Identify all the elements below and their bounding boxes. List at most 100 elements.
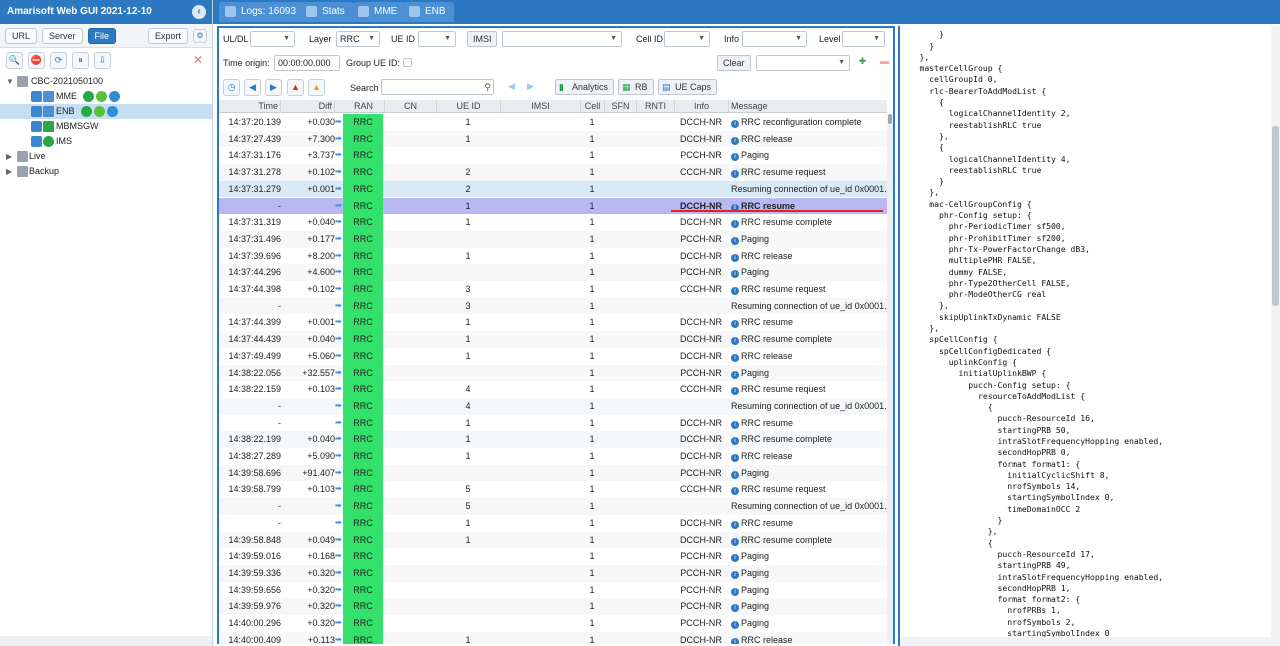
- uecaps-button[interactable]: ▤UE Caps: [658, 79, 717, 95]
- chevron-right-icon[interactable]: ▶: [6, 164, 12, 179]
- arrow-left-icon[interactable]: ◀: [244, 79, 261, 96]
- imsi-button[interactable]: IMSI: [467, 31, 497, 47]
- column-header-diff[interactable]: Diff: [281, 100, 335, 113]
- imsi-select[interactable]: ▼: [502, 31, 622, 47]
- tab-stats[interactable]: Stats: [300, 2, 353, 22]
- column-header-ran[interactable]: RAN: [343, 100, 385, 113]
- tree-item-mbmsgw[interactable]: MBMSGW: [0, 119, 212, 134]
- table-row[interactable]: -RRC41➡Resuming connection of ue_id 0x00…: [219, 398, 887, 415]
- search-input[interactable]: ⚲: [381, 79, 494, 95]
- tree-item-mme[interactable]: MME: [0, 89, 212, 104]
- table-row[interactable]: 14:38:22.159+0.103RRC41CCCH-NR➡iRRC resu…: [219, 381, 887, 398]
- refresh-icon[interactable]: ⟳: [50, 52, 67, 69]
- vertical-scrollbar[interactable]: [887, 114, 893, 644]
- group-ueid-checkbox[interactable]: [403, 58, 412, 67]
- file-button[interactable]: File: [88, 28, 117, 44]
- arrow-right-icon[interactable]: ▶: [522, 79, 539, 96]
- chevron-right-icon[interactable]: ▶: [6, 149, 12, 164]
- tree-item-ims[interactable]: IMS: [0, 134, 212, 149]
- tab-enb[interactable]: ENB: [403, 2, 454, 22]
- play-icon[interactable]: [109, 91, 120, 102]
- table-row[interactable]: 14:37:31.319+0.040RRC11DCCH-NR➡iRRC resu…: [219, 214, 887, 231]
- column-header-cn[interactable]: CN: [385, 100, 437, 113]
- clear-button[interactable]: Clear: [717, 55, 751, 71]
- level-select[interactable]: ▼: [842, 31, 885, 47]
- horizontal-scrollbar[interactable]: [0, 636, 212, 646]
- table-row[interactable]: 14:39:58.848+0.049RRC11DCCH-NR➡iRRC resu…: [219, 532, 887, 549]
- binoculars-icon[interactable]: ⚲: [484, 80, 491, 94]
- table-row[interactable]: 14:39:59.016+0.168RRC1PCCH-NR➡iPaging: [219, 548, 887, 565]
- export-button[interactable]: Export: [148, 28, 188, 44]
- info-select[interactable]: ▼: [742, 31, 807, 47]
- search-icon[interactable]: 🔍: [6, 52, 23, 69]
- table-row[interactable]: -RRC11DCCH-NR➡iRRC resume: [219, 415, 887, 432]
- column-header-rnti[interactable]: RNTI: [637, 100, 675, 113]
- cellid-select[interactable]: ▼: [664, 31, 710, 47]
- column-header-cell[interactable]: Cell: [581, 100, 605, 113]
- add-icon[interactable]: ✚: [854, 54, 871, 71]
- tree-item-live[interactable]: ▶ Live: [0, 149, 212, 164]
- table-row[interactable]: -RRC31➡Resuming connection of ue_id 0x00…: [219, 298, 887, 315]
- table-row[interactable]: 14:40:00.409+0.113RRC11DCCH-NR➡iRRC rele…: [219, 632, 887, 644]
- table-row[interactable]: 14:40:00.296+0.320RRC1PCCH-NR➡iPaging: [219, 615, 887, 632]
- table-row[interactable]: 14:37:49.499+5.060RRC11DCCH-NR➡iRRC rele…: [219, 348, 887, 365]
- column-header-time[interactable]: Time: [219, 100, 281, 113]
- table-row[interactable]: 14:39:59.336+0.320RRC1PCCH-NR➡iPaging: [219, 565, 887, 582]
- table-row[interactable]: 14:38:27.289+5.090RRC11DCCH-NR➡iRRC rele…: [219, 448, 887, 465]
- stop-icon[interactable]: ⛔: [28, 52, 45, 69]
- tree-item-enb[interactable]: ENB: [0, 104, 212, 119]
- server-button[interactable]: Server: [42, 28, 83, 44]
- close-icon[interactable]: ✕: [193, 53, 203, 67]
- table-row[interactable]: 14:37:31.496+0.177RRC1PCCH-NR➡iPaging: [219, 231, 887, 248]
- analytics-button[interactable]: ▮Analytics: [555, 79, 614, 95]
- chevron-left-icon[interactable]: ‹: [192, 5, 206, 19]
- pause-icon[interactable]: ⏸: [72, 52, 89, 69]
- table-row[interactable]: 14:37:20.139+0.030RRC11DCCH-NR➡iRRC reco…: [219, 114, 887, 131]
- clock-icon[interactable]: ◷: [223, 79, 240, 96]
- layer-select[interactable]: RRC▼: [336, 31, 380, 47]
- vertical-scrollbar[interactable]: [1271, 26, 1280, 646]
- filter-preset-select[interactable]: ▼: [756, 55, 850, 71]
- table-row[interactable]: 14:37:31.176+3.737RRC1PCCH-NR➡iPaging: [219, 147, 887, 164]
- table-row[interactable]: 14:37:31.279+0.001RRC21➡Resuming connect…: [219, 181, 887, 198]
- column-header-sfn[interactable]: SFN: [605, 100, 637, 113]
- tree-item-backup[interactable]: ▶ Backup: [0, 164, 212, 179]
- uldl-select[interactable]: ▼: [250, 31, 295, 47]
- chevron-down-icon[interactable]: ▼: [6, 74, 14, 89]
- table-row[interactable]: 14:39:59.656+0.320RRC1PCCH-NR➡iPaging: [219, 582, 887, 599]
- table-row[interactable]: 14:37:44.399+0.001RRC11DCCH-NR➡iRRC resu…: [219, 314, 887, 331]
- table-row[interactable]: 14:37:44.398+0.102RRC31CCCH-NR➡iRRC resu…: [219, 281, 887, 298]
- tab-mme[interactable]: MME: [352, 2, 405, 22]
- play-icon[interactable]: [107, 106, 118, 117]
- error-icon[interactable]: ▲: [287, 79, 304, 96]
- remove-icon[interactable]: ▬: [876, 54, 893, 71]
- table-row[interactable]: 14:39:59.976+0.320RRC1PCCH-NR➡iPaging: [219, 598, 887, 615]
- rb-button[interactable]: ▦RB: [618, 79, 654, 95]
- column-header-info[interactable]: Info: [675, 100, 729, 113]
- warning-icon[interactable]: ▲: [308, 79, 325, 96]
- download-icon[interactable]: ⇩: [94, 52, 111, 69]
- settings-icon[interactable]: ⚙: [193, 29, 207, 43]
- table-row[interactable]: -RRC11DCCH-NR➡iRRC resume: [219, 515, 887, 532]
- tab-logs[interactable]: Logs: 16093: [219, 2, 304, 22]
- horizontal-scrollbar[interactable]: [900, 637, 1272, 646]
- tree-item-root[interactable]: ▼ CBC-2021050100: [0, 74, 212, 89]
- table-row[interactable]: 14:37:31.278+0.102RRC21CCCH-NR➡iRRC resu…: [219, 164, 887, 181]
- column-header-ueid[interactable]: UE ID: [437, 100, 501, 113]
- ueid-select[interactable]: ▼: [418, 31, 456, 47]
- time-origin-input[interactable]: 00:00:00.000: [274, 55, 340, 71]
- table-row[interactable]: 14:39:58.696+91.407RRC1PCCH-NR➡iPaging: [219, 465, 887, 482]
- column-header-message[interactable]: Message: [729, 100, 887, 113]
- table-row[interactable]: 14:37:44.296+4.600RRC1PCCH-NR➡iPaging: [219, 264, 887, 281]
- arrow-left-icon[interactable]: ◀: [503, 79, 520, 96]
- scrollbar-thumb[interactable]: [888, 114, 892, 124]
- arrow-right-icon[interactable]: ▶: [265, 79, 282, 96]
- table-row[interactable]: 14:39:58.799+0.103RRC51CCCH-NR➡iRRC resu…: [219, 481, 887, 498]
- table-row[interactable]: 14:37:44.439+0.040RRC11DCCH-NR➡iRRC resu…: [219, 331, 887, 348]
- column-header-imsi[interactable]: IMSI: [501, 100, 581, 113]
- table-row[interactable]: 14:37:39.696+8.200RRC11DCCH-NR➡iRRC rele…: [219, 248, 887, 265]
- table-row[interactable]: 14:37:27.439+7.300RRC11DCCH-NR➡iRRC rele…: [219, 131, 887, 148]
- scrollbar-thumb[interactable]: [1272, 126, 1279, 306]
- table-row[interactable]: -RRC51➡Resuming connection of ue_id 0x00…: [219, 498, 887, 515]
- table-row[interactable]: 14:38:22.199+0.040RRC11DCCH-NR➡iRRC resu…: [219, 431, 887, 448]
